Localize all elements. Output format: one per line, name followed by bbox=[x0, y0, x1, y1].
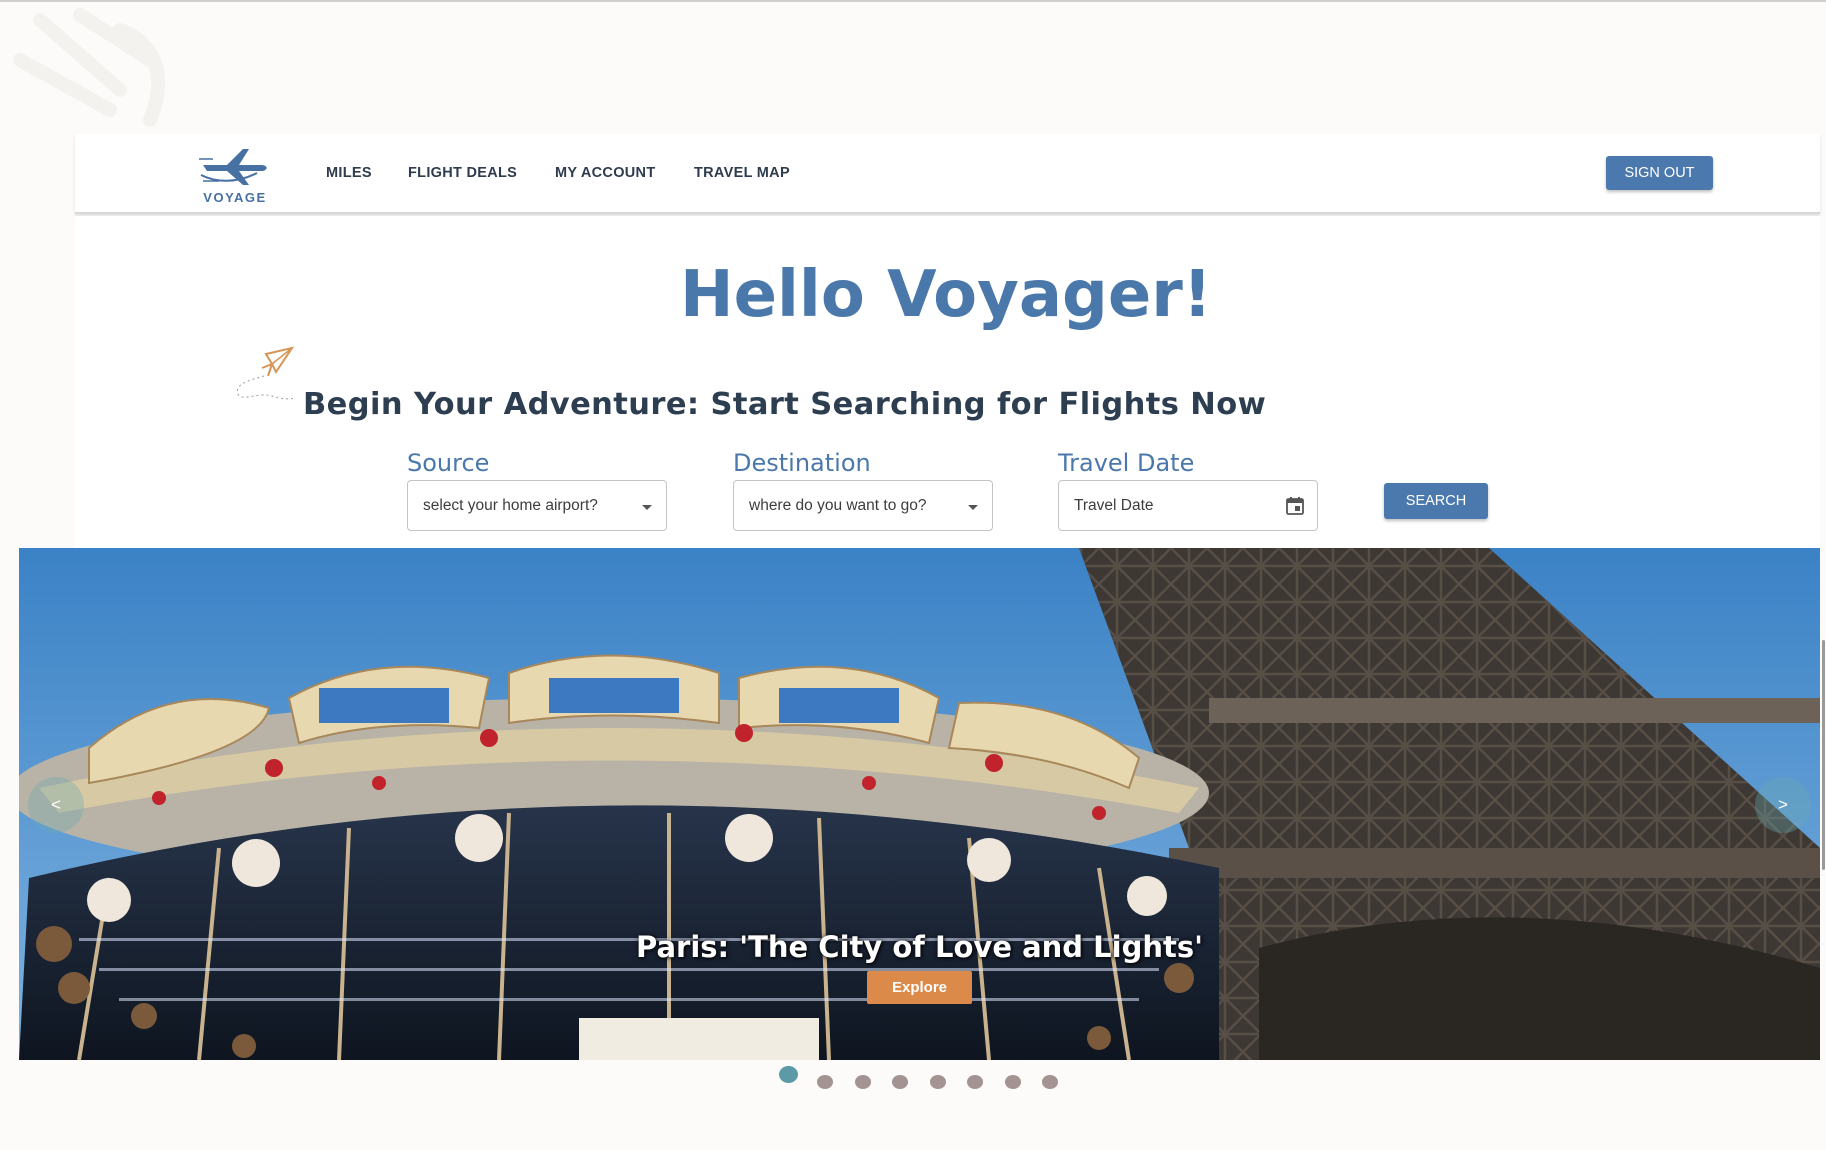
carousel-dot-2[interactable] bbox=[817, 1075, 833, 1089]
carousel-indicators bbox=[0, 1066, 1826, 1089]
nav-travel-map[interactable]: TRAVEL MAP bbox=[694, 165, 790, 181]
carousel-dot-4[interactable] bbox=[892, 1075, 908, 1089]
page-scrollbar[interactable] bbox=[1822, 640, 1825, 870]
background-sketch bbox=[13, 8, 165, 127]
slide-caption: Paris: 'The City of Love and Lights' bbox=[635, 930, 1203, 964]
carousel-dot-6[interactable] bbox=[967, 1075, 983, 1089]
brand-logo[interactable]: VOYAGE bbox=[197, 145, 273, 209]
search-button[interactable]: SEARCH bbox=[1384, 483, 1488, 519]
carousel-prev-button[interactable]: < bbox=[28, 777, 84, 833]
nav-my-account[interactable]: MY ACCOUNT bbox=[555, 165, 655, 181]
brand-name: VOYAGE bbox=[203, 190, 267, 205]
travel-date-input[interactable]: Travel Date bbox=[1058, 480, 1318, 531]
destination-placeholder: where do you want to go? bbox=[749, 497, 927, 514]
page-title: Hello Voyager! bbox=[680, 258, 1212, 332]
carousel-dot-7[interactable] bbox=[1005, 1075, 1021, 1089]
page: VOYAGE MILES FLIGHT DEALS MY ACCOUNT TRA… bbox=[0, 0, 1826, 1150]
carousel-dot-3[interactable] bbox=[855, 1075, 871, 1089]
explore-button[interactable]: Explore bbox=[867, 971, 972, 1004]
top-navbar: VOYAGE MILES FLIGHT DEALS MY ACCOUNT TRA… bbox=[75, 134, 1820, 214]
travel-date-placeholder: Travel Date bbox=[1074, 497, 1154, 514]
airplane-logo-icon bbox=[199, 149, 267, 185]
nav-flight-deals[interactable]: FLIGHT DEALS bbox=[408, 165, 517, 181]
sign-out-button[interactable]: SIGN OUT bbox=[1606, 156, 1713, 190]
destination-carousel: Paris: 'The City of Love and Lights' Exp… bbox=[19, 548, 1820, 1060]
calendar-icon[interactable] bbox=[1285, 496, 1305, 516]
travel-date-label: Travel Date bbox=[1058, 449, 1195, 477]
destination-select[interactable]: where do you want to go? bbox=[733, 480, 993, 531]
chevron-down-icon bbox=[642, 505, 652, 510]
chevron-down-icon bbox=[968, 505, 978, 510]
source-label: Source bbox=[407, 449, 490, 477]
destination-label: Destination bbox=[733, 449, 871, 477]
carousel-dot-5[interactable] bbox=[930, 1075, 946, 1089]
carousel-next-button[interactable]: > bbox=[1755, 777, 1811, 833]
source-select[interactable]: select your home airport? bbox=[407, 480, 667, 531]
carousel-dot-1[interactable] bbox=[779, 1066, 798, 1083]
carousel-dot-8[interactable] bbox=[1042, 1075, 1058, 1089]
top-border bbox=[0, 0, 1826, 2]
paper-plane-icon bbox=[236, 346, 297, 400]
nav-miles[interactable]: MILES bbox=[326, 165, 372, 181]
source-placeholder: select your home airport? bbox=[423, 497, 598, 514]
search-headline: Begin Your Adventure: Start Searching fo… bbox=[303, 387, 1267, 422]
